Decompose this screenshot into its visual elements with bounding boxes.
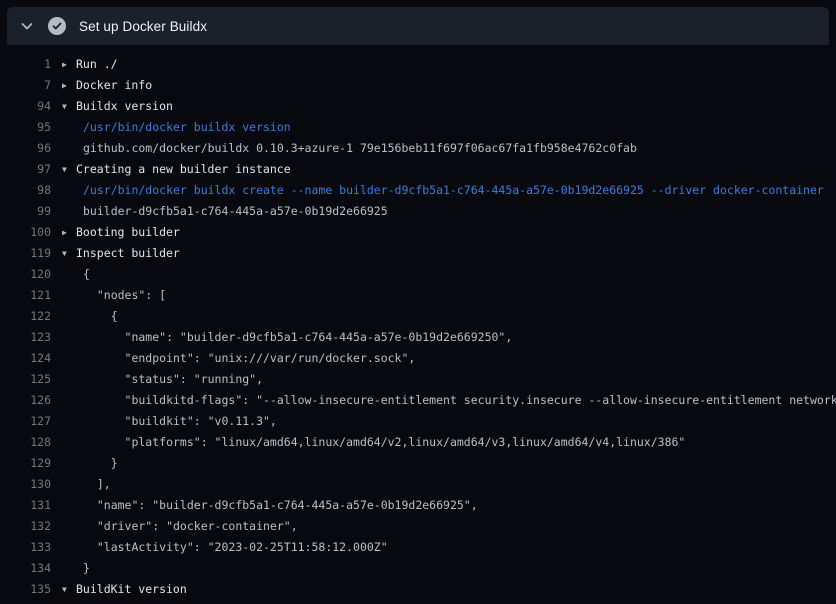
line-number[interactable]: 94 — [0, 96, 51, 117]
line-content: /usr/bin/docker buildx create --name bui… — [83, 180, 824, 201]
line-number[interactable]: 131 — [0, 495, 51, 516]
line-number[interactable]: 132 — [0, 516, 51, 537]
log-row: 130 ], — [0, 474, 836, 495]
line-content: { — [83, 306, 118, 327]
triangle-right-icon[interactable]: ▶ — [62, 75, 76, 96]
line-content: } — [83, 558, 90, 579]
triangle-right-icon[interactable]: ▶ — [62, 222, 76, 243]
log-row: 125 "status": "running", — [0, 369, 836, 390]
line-number[interactable]: 120 — [0, 264, 51, 285]
line-number[interactable]: 97 — [0, 159, 51, 180]
line-number[interactable]: 96 — [0, 138, 51, 159]
log-row: 126 "buildkitd-flags": "--allow-insecure… — [0, 390, 836, 411]
step-success-check-icon — [48, 17, 66, 35]
log-row: 136 builder-d9cfb5a1-c764-445a-a57e-0b19d… — [0, 600, 836, 604]
line-number[interactable]: 119 — [0, 243, 51, 264]
log-row: 129 } — [0, 453, 836, 474]
line-content: "driver": "docker-container", — [83, 516, 298, 537]
line-number[interactable]: 129 — [0, 453, 51, 474]
line-content: "status": "running", — [83, 369, 263, 390]
line-number[interactable]: 133 — [0, 537, 51, 558]
line-content: } — [83, 453, 118, 474]
group-title[interactable]: ▼BuildKit version — [62, 579, 187, 600]
line-number[interactable]: 121 — [0, 285, 51, 306]
line-number[interactable]: 130 — [0, 474, 51, 495]
line-content: "name": "builder-d9cfb5a1-c764-445a-a57e… — [83, 327, 512, 348]
log-row: 95/usr/bin/docker buildx version — [0, 117, 836, 138]
log-lines: 1▶Run ./7▶Docker info94▼Buildx version95… — [0, 45, 836, 604]
log-row: 134} — [0, 558, 836, 579]
log-group-row[interactable]: 7 ▶Docker info — [0, 75, 836, 96]
line-number[interactable]: 122 — [0, 306, 51, 327]
log-row: 127 "buildkit": "v0.11.3", — [0, 411, 836, 432]
log-group-row[interactable]: 1 ▶Run ./ — [0, 54, 836, 75]
step-header[interactable]: Set up Docker Buildx — [7, 7, 829, 45]
line-number[interactable]: 136 — [0, 600, 51, 604]
line-number[interactable]: 124 — [0, 348, 51, 369]
triangle-right-icon[interactable]: ▶ — [62, 54, 76, 75]
log-group-row[interactable]: 97 ▼Creating a new builder instance — [0, 159, 836, 180]
log-row: 133 "lastActivity": "2023-02-25T11:58:12… — [0, 537, 836, 558]
log-row: 123 "name": "builder-d9cfb5a1-c764-445a-… — [0, 327, 836, 348]
log-group-row[interactable]: 100 ▶Booting builder — [0, 222, 836, 243]
line-content: "lastActivity": "2023-02-25T11:58:12.000… — [83, 537, 388, 558]
log-group-row[interactable]: 119 ▼Inspect builder — [0, 243, 836, 264]
line-number[interactable]: 1 — [0, 54, 51, 75]
log-row: 98/usr/bin/docker buildx create --name b… — [0, 180, 836, 201]
line-number[interactable]: 123 — [0, 327, 51, 348]
log-row: 99 builder-d9cfb5a1-c764-445a-a57e-0b19d2… — [0, 201, 836, 222]
log-group-row[interactable]: 135 ▼BuildKit version — [0, 579, 836, 600]
actions-log-viewer: Set up Docker Buildx 1 ▶Run ./ 7 ▶Docker in… — [0, 0, 836, 604]
chevron-down-icon[interactable] — [19, 18, 35, 34]
line-content: { — [83, 264, 90, 285]
group-title[interactable]: ▶Run ./ — [62, 54, 118, 75]
line-number[interactable]: 125 — [0, 369, 51, 390]
line-content: "platforms": "linux/amd64,linux/amd64/v2… — [83, 432, 685, 453]
group-title[interactable]: ▼Inspect builder — [62, 243, 180, 264]
log-row: 128 "platforms": "linux/amd64,linux/amd6… — [0, 432, 836, 453]
triangle-down-icon[interactable]: ▼ — [62, 579, 76, 600]
line-number[interactable]: 95 — [0, 117, 51, 138]
line-number[interactable]: 135 — [0, 579, 51, 600]
line-content: "name": "builder-d9cfb5a1-c764-445a-a57e… — [83, 495, 478, 516]
line-number[interactable]: 100 — [0, 222, 51, 243]
log-row: 122 { — [0, 306, 836, 327]
line-number[interactable]: 128 — [0, 432, 51, 453]
log-row: 131 "name": "builder-d9cfb5a1-c764-445a-… — [0, 495, 836, 516]
step-title: Set up Docker Buildx — [79, 19, 207, 34]
line-number[interactable]: 99 — [0, 201, 51, 222]
line-content: "endpoint": "unix:///var/run/docker.sock… — [83, 348, 415, 369]
line-number[interactable]: 127 — [0, 411, 51, 432]
line-content: "buildkitd-flags": "--allow-insecure-ent… — [83, 390, 836, 411]
log-row: 96 github.com/docker/buildx 0.10.3+azure-… — [0, 138, 836, 159]
triangle-down-icon[interactable]: ▼ — [62, 96, 76, 117]
line-number[interactable]: 98 — [0, 180, 51, 201]
log-group-row[interactable]: 94 ▼Buildx version — [0, 96, 836, 117]
group-title[interactable]: ▼Creating a new builder instance — [62, 159, 291, 180]
line-number[interactable]: 134 — [0, 558, 51, 579]
group-title[interactable]: ▶Docker info — [62, 75, 152, 96]
log-row: 124 "endpoint": "unix:///var/run/docker.… — [0, 348, 836, 369]
log-row: 120 { — [0, 264, 836, 285]
group-title[interactable]: ▼Buildx version — [62, 96, 173, 117]
group-title[interactable]: ▶Booting builder — [62, 222, 180, 243]
line-content: "buildkit": "v0.11.3", — [83, 411, 277, 432]
line-content: /usr/bin/docker buildx version — [83, 117, 291, 138]
line-number[interactable]: 7 — [0, 75, 51, 96]
line-content: builder-d9cfb5a1-c764-445a-a57e-0b19d2e6… — [83, 600, 457, 604]
triangle-down-icon[interactable]: ▼ — [62, 159, 76, 180]
log-row: 132 "driver": "docker-container", — [0, 516, 836, 537]
line-content: ], — [83, 474, 111, 495]
triangle-down-icon[interactable]: ▼ — [62, 243, 76, 264]
line-content: github.com/docker/buildx 0.10.3+azure-1 … — [83, 138, 637, 159]
line-content: "nodes": [ — [83, 285, 166, 306]
line-content: builder-d9cfb5a1-c764-445a-a57e-0b19d2e6… — [83, 201, 388, 222]
log-row: 121 "nodes": [ — [0, 285, 836, 306]
line-number[interactable]: 126 — [0, 390, 51, 411]
